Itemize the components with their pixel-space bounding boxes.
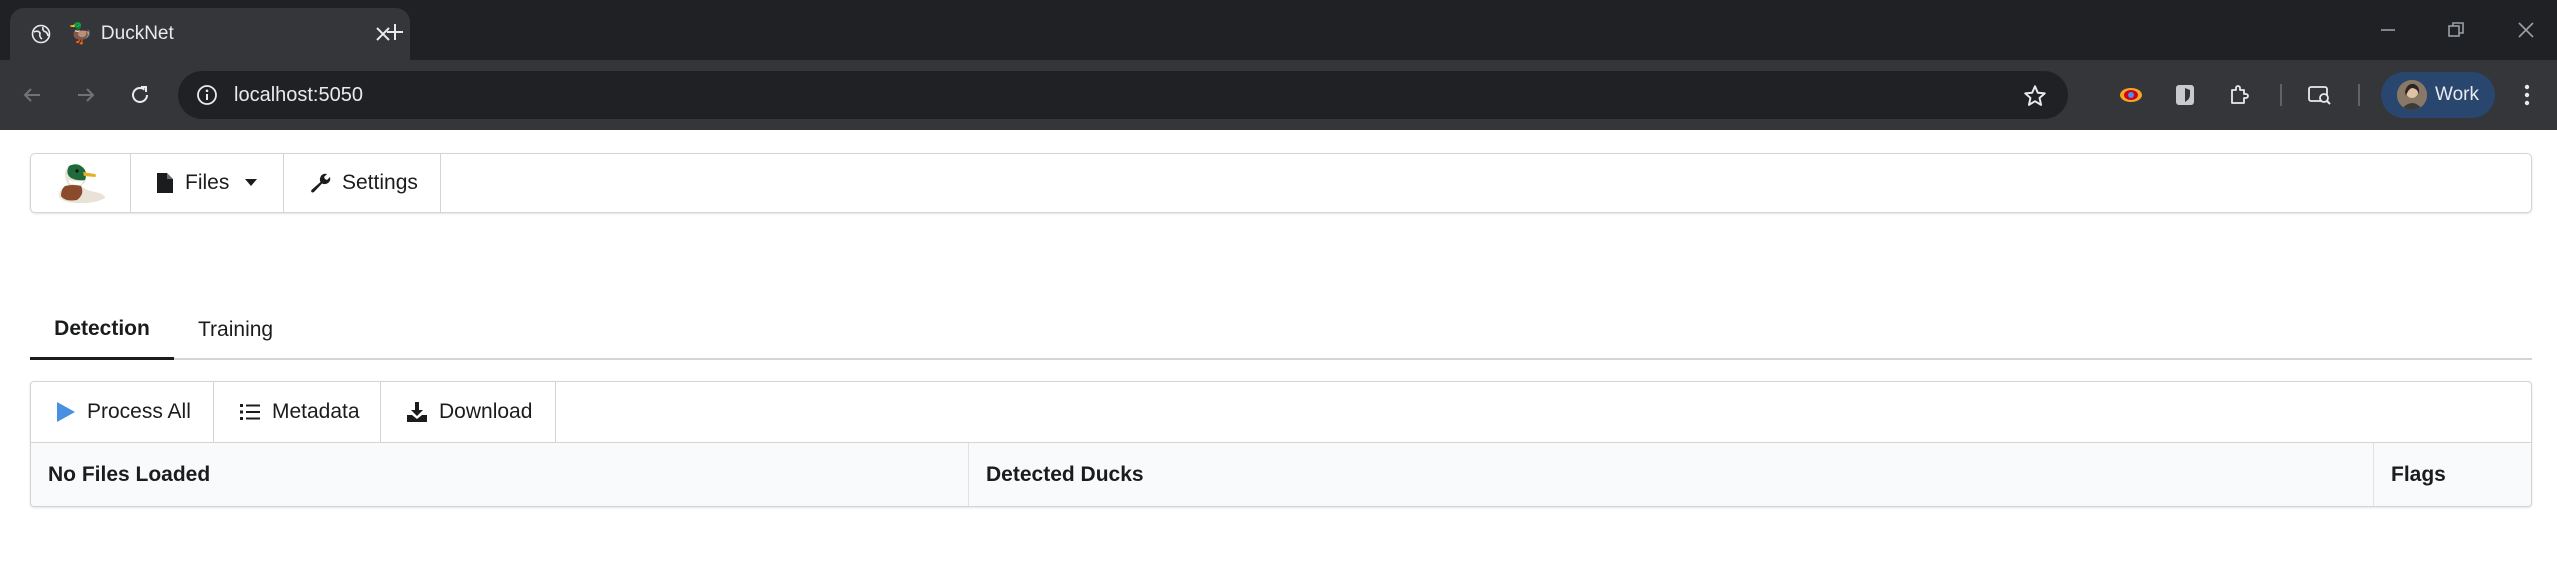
metadata-label: Metadata	[272, 400, 360, 423]
wrench-icon	[310, 172, 332, 194]
action-bar: Process All Metadata Download	[31, 382, 556, 442]
play-icon	[57, 402, 75, 422]
url-text: localhost:5050	[234, 83, 363, 106]
files-menu[interactable]: Files	[131, 154, 284, 212]
files-label: Files	[185, 171, 230, 194]
list-icon	[240, 403, 260, 421]
duck-logo-icon	[58, 164, 105, 204]
close-window-icon[interactable]	[2506, 10, 2546, 50]
address-bar[interactable]: localhost:5050	[178, 71, 2068, 119]
tab-title: DuckNet	[100, 23, 174, 44]
process-all-label: Process All	[87, 400, 191, 423]
globe-icon	[30, 23, 52, 45]
forward-icon[interactable]	[68, 77, 104, 113]
more-menu-icon[interactable]	[2510, 78, 2544, 112]
metadata-button[interactable]: Metadata	[214, 382, 381, 442]
browser-tab[interactable]: 🦆 DuckNet	[10, 8, 410, 60]
main-tabs: Detection Training	[30, 300, 2532, 360]
back-icon[interactable]	[14, 77, 50, 113]
column-header-flags[interactable]: Flags	[2374, 443, 2531, 506]
column-header-files[interactable]: No Files Loaded	[31, 443, 969, 506]
restore-icon[interactable]	[2436, 10, 2476, 50]
minimize-icon[interactable]	[2368, 10, 2408, 50]
duck-logo[interactable]	[31, 154, 131, 212]
extensions-puzzle-icon[interactable]	[2224, 80, 2254, 110]
site-info-icon[interactable]	[194, 82, 220, 108]
tab-detection[interactable]: Detection	[30, 300, 174, 360]
download-label: Download	[439, 400, 533, 423]
file-icon	[157, 173, 173, 193]
detection-panel: Process All Metadata Download No Files L…	[30, 381, 2532, 507]
column-header-detected-ducks[interactable]: Detected Ducks	[969, 443, 2374, 506]
app-navbar: Files Settings	[30, 153, 2532, 213]
table-header: No Files Loaded Detected Ducks Flags	[31, 442, 2531, 506]
toolbar-divider	[2358, 84, 2360, 106]
tab-search-icon[interactable]	[2305, 80, 2335, 110]
duck-favicon-icon: 🦆	[68, 23, 93, 45]
tab-training[interactable]: Training	[198, 300, 273, 360]
reload-icon[interactable]	[122, 77, 158, 113]
toolbar-divider	[2280, 84, 2282, 106]
browser-tabstrip: 🦆 DuckNet	[0, 0, 2557, 60]
new-tab-button[interactable]	[378, 15, 412, 49]
download-icon	[407, 402, 427, 422]
profile-button[interactable]: Work	[2381, 72, 2495, 118]
process-all-button[interactable]: Process All	[31, 382, 214, 442]
shield-extension-icon[interactable]	[2170, 80, 2200, 110]
settings-menu[interactable]: Settings	[284, 154, 441, 212]
download-button[interactable]: Download	[381, 382, 556, 442]
settings-label: Settings	[342, 171, 418, 194]
browser-toolbar: localhost:5050 Work	[0, 60, 2557, 130]
bookmark-star-icon[interactable]	[2022, 83, 2048, 109]
chevron-down-icon	[245, 179, 258, 187]
profile-label: Work	[2435, 84, 2479, 105]
eye-extension-icon[interactable]	[2116, 80, 2146, 110]
avatar	[2397, 80, 2427, 110]
